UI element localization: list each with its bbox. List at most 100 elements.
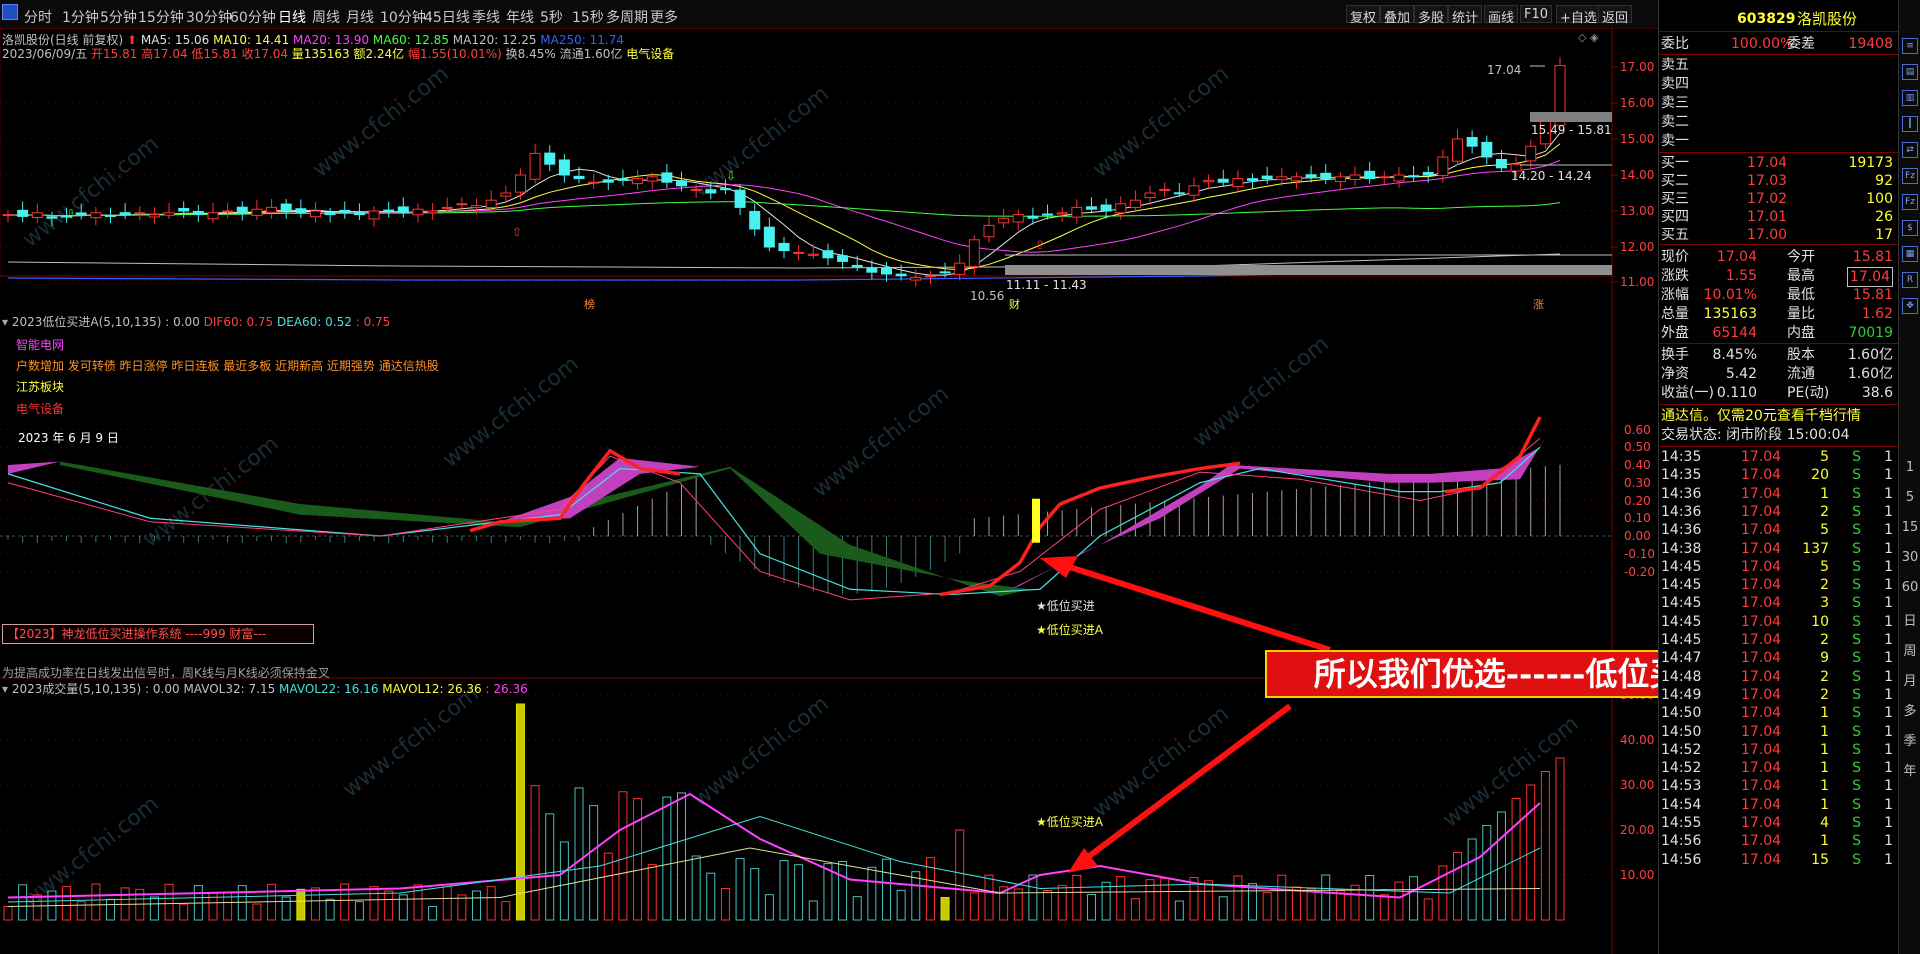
volume-bar xyxy=(164,883,174,921)
tick-row-13: 14:49 17.04 2 S 1 xyxy=(1661,686,1897,704)
tick-volume: 1 xyxy=(1820,833,1829,850)
sidebar-period-8[interactable]: 多 xyxy=(1899,700,1920,719)
volume-bar xyxy=(1379,894,1389,921)
tick-time: 14:45 xyxy=(1661,595,1702,612)
candle-body xyxy=(134,212,146,215)
volume-bar xyxy=(398,894,408,921)
mavol32: MAVOL32: 7.15 xyxy=(183,682,276,696)
period-5[interactable]: 60分钟 xyxy=(230,7,276,27)
candle-body xyxy=(1071,206,1083,218)
candle-body xyxy=(602,179,614,183)
candle-body xyxy=(178,207,190,212)
candle-body xyxy=(383,209,395,212)
tag-line-1: 智能电网 xyxy=(16,338,65,352)
period-10[interactable]: 45日线 xyxy=(424,7,470,27)
sidebar-period-3[interactable]: 30 xyxy=(1899,550,1920,565)
chart-icon[interactable]: ▤ xyxy=(1902,64,1918,80)
sidebar-period-0[interactable]: 1 xyxy=(1899,460,1920,475)
stat-row-3: 总量 135163 量比 1.62 xyxy=(1661,305,1897,323)
sidebar-period-4[interactable]: 60 xyxy=(1899,580,1920,595)
indicator-tick-1: 0.50 xyxy=(1624,440,1651,455)
tick-volume: 1 xyxy=(1820,778,1829,795)
finance-icon[interactable]: $ xyxy=(1902,220,1918,236)
tool-button-3[interactable]: 统计 xyxy=(1448,5,1483,26)
sidebar-period-5[interactable]: 日 xyxy=(1899,610,1920,629)
period-8[interactable]: 月线 xyxy=(346,7,374,27)
sidebar-period-1[interactable]: 5 xyxy=(1899,490,1920,505)
kline-icon[interactable]: ┃ xyxy=(1902,116,1918,132)
fz2-icon[interactable]: Fz xyxy=(1902,194,1918,210)
period-14[interactable]: 15秒 xyxy=(572,7,604,27)
buy-label: 买三 xyxy=(1661,191,1689,207)
candle-body xyxy=(1320,172,1332,180)
move-icon[interactable]: ✥ xyxy=(1902,298,1918,314)
buy-row-1: 买二 17.03 92 xyxy=(1661,172,1897,190)
tick-time: 14:56 xyxy=(1661,851,1702,868)
sidebar-period-9[interactable]: 季 xyxy=(1899,730,1920,749)
period-3[interactable]: 15分钟 xyxy=(138,7,184,27)
tick-row-9: 14:45 17.04 10 S 1 xyxy=(1661,613,1897,631)
indicator-collapse-icon[interactable]: ▾ xyxy=(2,315,8,329)
tool-button-7[interactable]: 返回 xyxy=(1598,5,1633,26)
sidebar-period-7[interactable]: 月 xyxy=(1899,670,1920,689)
stat-value: 15.81 xyxy=(1852,249,1893,265)
tick-time: 14:45 xyxy=(1661,577,1702,594)
volume-bar xyxy=(530,785,540,921)
candle-body xyxy=(295,208,307,214)
period-6[interactable]: 日线 xyxy=(278,7,306,27)
period-13[interactable]: 5秒 xyxy=(540,7,563,27)
mavol22: MAVOL22: 16.16 xyxy=(279,682,379,696)
volume-bar xyxy=(179,903,189,921)
table-icon[interactable]: ▦ xyxy=(1902,246,1918,262)
tick-count: 1 xyxy=(1884,485,1893,502)
list-icon[interactable]: ≡ xyxy=(1902,38,1918,54)
period-9[interactable]: 10分钟 xyxy=(380,7,426,27)
panel-menu-icon[interactable]: ◇ ◈ xyxy=(1578,31,1598,44)
volume-bar xyxy=(1116,876,1126,921)
promo-line[interactable]: 通达信。仅需20元查看千档行情 xyxy=(1661,407,1897,425)
tool-button-0[interactable]: 复权 xyxy=(1346,5,1381,26)
fz1-icon[interactable]: Fz xyxy=(1902,168,1918,184)
bar-icon[interactable]: ▥ xyxy=(1902,90,1918,106)
candle-body xyxy=(207,212,219,220)
tool-button-2[interactable]: 多股 xyxy=(1414,5,1449,26)
period-16[interactable]: 更多 xyxy=(650,7,678,27)
tick-volume: 10 xyxy=(1811,613,1829,630)
sidebar-period-2[interactable]: 15 xyxy=(1899,520,1920,535)
stat-value: 65144 xyxy=(1712,325,1757,341)
tick-price: 17.04 xyxy=(1741,650,1782,667)
buy-volume: 92 xyxy=(1875,173,1893,189)
watermark-10: www.cfchi.com xyxy=(688,691,833,812)
tool-button-1[interactable]: 叠加 xyxy=(1380,5,1415,26)
tick-volume: 1 xyxy=(1820,760,1829,777)
period-4[interactable]: 30分钟 xyxy=(186,7,232,27)
volume-collapse-icon[interactable]: ▾ xyxy=(2,682,8,696)
rsi-icon[interactable]: R xyxy=(1902,272,1918,288)
candle-body xyxy=(1349,174,1361,181)
sidebar-period-6[interactable]: 周 xyxy=(1899,640,1920,659)
volume-bar xyxy=(1130,898,1140,921)
tick-price: 17.04 xyxy=(1741,796,1782,813)
stat-value: 17.04 xyxy=(1846,267,1893,287)
period-12[interactable]: 年线 xyxy=(506,7,534,27)
volume-bar xyxy=(1086,894,1096,921)
promo-text[interactable]: 通达信。仅需20元查看千档行情 xyxy=(1661,407,1861,425)
compare-icon[interactable]: ⇄ xyxy=(1902,142,1918,158)
tool-button-6[interactable]: +自选 xyxy=(1556,5,1601,26)
period-11[interactable]: 季线 xyxy=(472,7,500,27)
period-2[interactable]: 5分钟 xyxy=(100,7,137,27)
period-15[interactable]: 多周期 xyxy=(606,7,648,27)
period-0[interactable]: 分时 xyxy=(24,7,52,27)
volume-bar xyxy=(91,883,101,921)
tool-button-5[interactable]: F10 xyxy=(1520,5,1553,23)
volume-bar xyxy=(1028,874,1038,921)
sidebar-period-10[interactable]: 年 xyxy=(1899,760,1920,779)
tool-button-4[interactable]: 画线 xyxy=(1484,5,1519,26)
candle-body xyxy=(1129,199,1141,209)
tick-volume: 1 xyxy=(1820,741,1829,758)
period-7[interactable]: 周线 xyxy=(312,7,340,27)
stat-value: 15.81 xyxy=(1852,287,1893,303)
volume-bar xyxy=(823,863,833,921)
period-1[interactable]: 1分钟 xyxy=(62,7,99,27)
tick-volume: 1 xyxy=(1820,705,1829,722)
